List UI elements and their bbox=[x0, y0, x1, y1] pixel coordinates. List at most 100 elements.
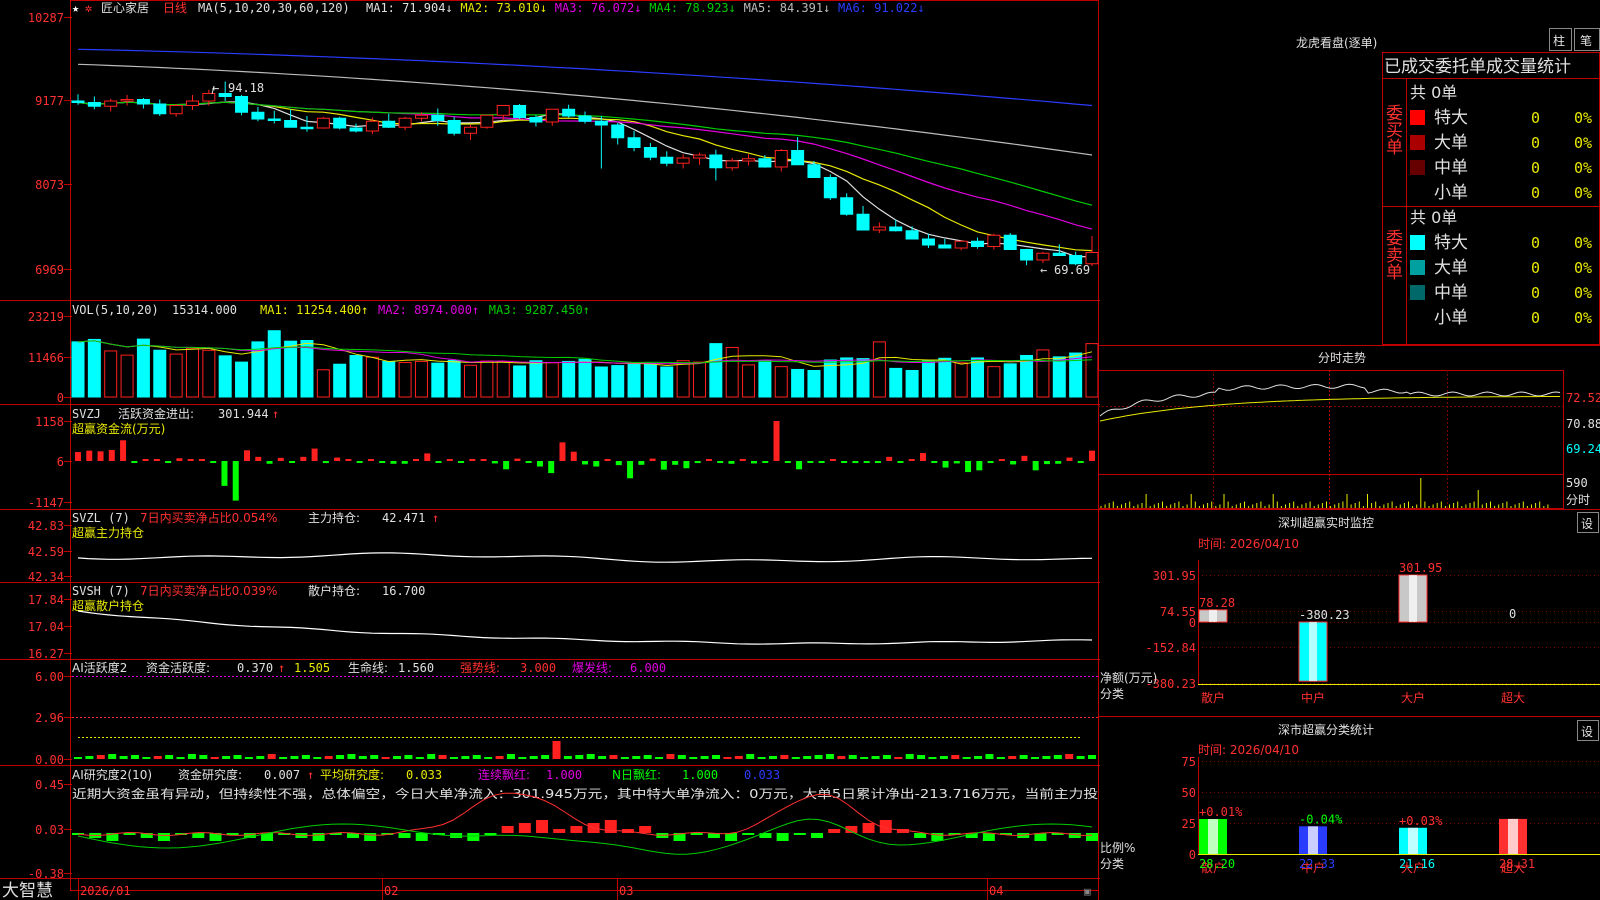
fund-flow-bar bbox=[649, 458, 656, 461]
fund-flow-bar bbox=[390, 461, 397, 464]
side-label-char: 单 bbox=[1386, 138, 1403, 158]
candle-body bbox=[447, 120, 461, 134]
activity-bar bbox=[1053, 755, 1062, 759]
ai-active-bars bbox=[74, 741, 1096, 759]
chart-axis-label: 50 bbox=[1182, 786, 1196, 800]
fund-flow-bar bbox=[221, 461, 228, 486]
activity-bar bbox=[985, 754, 994, 759]
activity-bar bbox=[358, 756, 367, 759]
lock-icon[interactable]: ▣ bbox=[1084, 885, 1091, 898]
chart-axis-label: 0 bbox=[1189, 616, 1196, 630]
svsh-subtitle: 超赢散户持仓 bbox=[72, 598, 144, 613]
volume-bar bbox=[365, 356, 379, 398]
classify-title: 深市超赢分类统计 bbox=[1278, 722, 1374, 737]
activity-bar bbox=[848, 755, 857, 759]
axis-tick-label: 42.34 bbox=[28, 570, 64, 584]
monitor-set-button[interactable]: 设 bbox=[1581, 517, 1593, 531]
fund-flow-bar bbox=[841, 461, 848, 463]
volume-bar bbox=[349, 354, 363, 398]
activity-bar bbox=[85, 756, 94, 759]
ma5-line bbox=[77, 63, 1093, 156]
volume-bar bbox=[1085, 343, 1099, 398]
activity-bar bbox=[860, 757, 869, 759]
fund-flow-bar bbox=[97, 451, 104, 461]
row-name: 小单 bbox=[1434, 308, 1468, 328]
tab-bar[interactable]: 柱 bbox=[1553, 33, 1565, 48]
volume-bar bbox=[464, 364, 478, 398]
stock-name[interactable]: 匠心家居 bbox=[101, 0, 149, 15]
legend-swatch bbox=[1410, 160, 1425, 175]
gear-icon[interactable]: ✲ bbox=[85, 1, 92, 15]
candle-body bbox=[185, 100, 199, 106]
volume-bar bbox=[611, 365, 625, 398]
volume-bar bbox=[889, 367, 903, 398]
axis-tick-label: 9177 bbox=[35, 94, 64, 108]
fund-flow-bar bbox=[1032, 461, 1039, 471]
research-bar bbox=[192, 833, 205, 838]
star-icon[interactable]: ★ bbox=[72, 1, 79, 15]
fund-flow-bar bbox=[751, 461, 757, 464]
intraday-vol-bars bbox=[1100, 478, 1549, 508]
activity-bar bbox=[791, 757, 800, 759]
activity-bar bbox=[74, 757, 82, 759]
date-tick-jan: 2026/01 bbox=[80, 884, 131, 898]
volume-bar bbox=[692, 361, 706, 398]
svsh-label: 散户持仓: bbox=[308, 583, 360, 598]
fund-flow-bar bbox=[120, 440, 127, 461]
kline-header: ★ ✲ 匠心家居 日线 MA(5,10,20,30,60,120) MA1: 7… bbox=[72, 0, 925, 15]
row-value: 0 bbox=[1531, 259, 1540, 277]
axis-tick-label: -0.38 bbox=[28, 867, 64, 881]
volume-bar bbox=[742, 364, 756, 398]
axis-tick-label: 0 bbox=[57, 391, 64, 405]
volume-bar bbox=[938, 357, 952, 398]
candle-body bbox=[921, 238, 935, 246]
axis-tick-label: 16.27 bbox=[28, 647, 64, 661]
intraday-axis-mid: 70.88 bbox=[1566, 417, 1600, 431]
ma3-value: MA3: 76.072↓ bbox=[555, 1, 642, 15]
volume-bar bbox=[1036, 349, 1050, 398]
candle-body bbox=[365, 120, 379, 132]
fund-flow-bar bbox=[886, 456, 893, 461]
activity-bar bbox=[256, 756, 265, 759]
classify-change-label: -0.04% bbox=[1299, 812, 1343, 826]
fund-flow-bar bbox=[1010, 461, 1017, 465]
ai-research-title: AI研究度2(10) bbox=[72, 767, 152, 782]
fund-flow-bar bbox=[322, 461, 329, 464]
svzj-arrow: ↑ bbox=[272, 407, 279, 421]
research-bar bbox=[639, 826, 652, 833]
svzl-label: 主力持仓: bbox=[308, 510, 360, 525]
tab-tick[interactable]: 笔 bbox=[1580, 33, 1592, 48]
candle-body bbox=[840, 197, 854, 215]
axis-tick-label: 1158 bbox=[35, 415, 64, 429]
vol-items: MA1: 11254.400↑ MA2: 8974.000↑ MA3: 9287.4… bbox=[260, 303, 590, 317]
volume-bar bbox=[235, 361, 249, 398]
legend-swatch bbox=[1410, 185, 1425, 200]
volume-bar bbox=[300, 339, 314, 398]
activity-bar bbox=[142, 757, 151, 759]
candle-body bbox=[267, 118, 281, 121]
monitor-value-label: 0 bbox=[1509, 607, 1516, 621]
research-bar bbox=[914, 833, 927, 838]
fund-flow-bar bbox=[311, 448, 318, 461]
candle-body bbox=[300, 126, 314, 130]
activity-bar bbox=[552, 741, 561, 759]
research-bar bbox=[553, 829, 566, 833]
classify-set-button[interactable]: 设 bbox=[1581, 725, 1593, 739]
period-label[interactable]: 日线 bbox=[163, 1, 187, 15]
volume-bar bbox=[578, 358, 592, 398]
candle-body bbox=[611, 124, 625, 139]
intraday-axis-low: 69.24 bbox=[1566, 442, 1600, 456]
classify-time: 时间: 2026/04/10 bbox=[1198, 743, 1299, 757]
fund-flow-bar bbox=[266, 461, 273, 464]
volume-bar bbox=[398, 361, 412, 398]
vol-header: VOL(5,10,20) 15314.000 MA1: 11254.400↑ MA… bbox=[72, 303, 590, 317]
candle-body bbox=[136, 99, 150, 105]
ai-research-label: 资金研究度: bbox=[178, 767, 242, 782]
brand-label: 大智慧 bbox=[2, 881, 53, 900]
row-pct: 0% bbox=[1574, 109, 1592, 127]
svzj-value: 301.944 bbox=[218, 407, 269, 421]
fund-flow-bar bbox=[998, 459, 1005, 461]
ai-research-label4: N日飘红: bbox=[612, 767, 661, 782]
fund-flow-bar bbox=[593, 461, 600, 467]
volume-bar bbox=[169, 353, 183, 398]
